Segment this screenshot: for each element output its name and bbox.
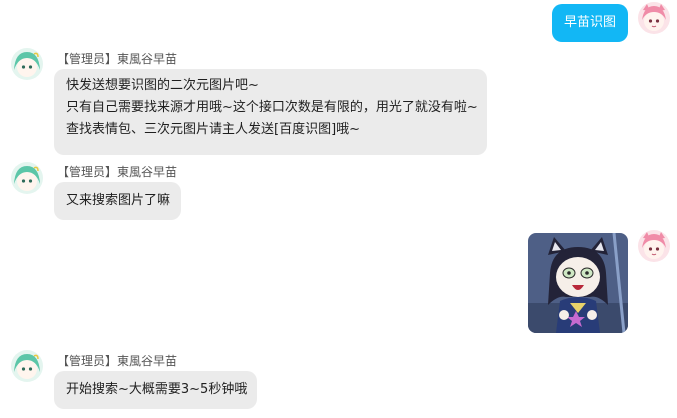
- sender-name: 東風谷早苗: [117, 52, 178, 66]
- sender-name: 東風谷早苗: [117, 165, 178, 179]
- other-message-bubble[interactable]: 开始搜索~大概需要3~5秒钟哦: [54, 371, 257, 409]
- self-avatar[interactable]: [638, 2, 670, 34]
- message-line: 只有自己需要找来源才用哦~这个接口次数是有限的，用光了就没有啦~: [66, 100, 478, 115]
- sender-avatar[interactable]: [11, 162, 43, 194]
- sender-line: 【管理员】東風谷早苗: [57, 51, 177, 67]
- image-message[interactable]: [528, 233, 628, 333]
- pink-hair-avatar-icon: [638, 230, 670, 262]
- green-hair-avatar-icon: [11, 48, 43, 80]
- role-tag: 【管理员】: [57, 52, 118, 66]
- green-hair-avatar-icon: [11, 350, 43, 382]
- message-text: 开始搜索~大概需要3~5秒钟哦: [66, 382, 248, 397]
- sender-avatar[interactable]: [11, 350, 43, 382]
- message-text: 早苗识图: [564, 15, 617, 30]
- pink-hair-avatar-icon: [638, 2, 670, 34]
- green-hair-avatar-icon: [11, 162, 43, 194]
- self-avatar[interactable]: [638, 230, 670, 262]
- self-message-bubble[interactable]: 早苗识图: [552, 4, 628, 42]
- role-tag: 【管理员】: [57, 165, 118, 179]
- message-text: 又来搜索图片了嘛: [66, 193, 171, 208]
- sender-avatar[interactable]: [11, 48, 43, 80]
- other-message-bubble[interactable]: 又来搜索图片了嘛: [54, 182, 181, 220]
- message-line: 查找表情包、三次元图片请主人发送[百度识图]哦~: [66, 122, 361, 137]
- sender-line: 【管理员】東風谷早苗: [57, 353, 177, 369]
- sender-name: 東風谷早苗: [117, 354, 178, 368]
- chibi-sticker-image: [528, 233, 628, 333]
- message-line: 快发送想要识图的二次元图片吧~: [66, 78, 259, 93]
- sender-line: 【管理员】東風谷早苗: [57, 164, 177, 180]
- role-tag: 【管理员】: [57, 354, 118, 368]
- other-message-bubble[interactable]: 快发送想要识图的二次元图片吧~ 只有自己需要找来源才用哦~这个接口次数是有限的，…: [54, 69, 487, 155]
